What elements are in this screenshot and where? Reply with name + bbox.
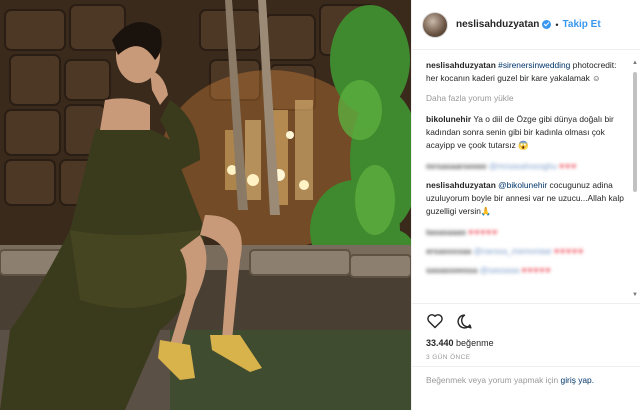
avatar[interactable] [422,11,448,38]
follow-button[interactable]: Takip Et [563,19,601,30]
photo-illustration [0,0,411,410]
hearts-emoji: ♥♥♥♥♥ [554,246,585,256]
blurred-username[interactable]: mrsasaarseeee [426,161,487,171]
login-prompt-text: Beğenmek veya yorum yapmak için [426,375,559,385]
post-timestamp[interactable]: 3 GÜN ÖNCE [426,354,627,361]
comment-bubble-icon[interactable] [456,313,473,330]
comments-list[interactable]: neslisahduzyatan #sirenersinwedding phot… [412,51,640,302]
blurred-comment-item: mrsasaarseeee @mrsasahosoghu ♥♥♥ [426,160,627,173]
scroll-down-arrow-icon[interactable]: ▼ [632,292,638,298]
post-photo[interactable] [0,0,411,410]
caption-username[interactable]: neslisahduzyatan [426,60,496,70]
blurred-comment-item: sasasseessa @sassaaa ♥♥♥♥♥ [426,264,627,277]
add-comment-prompt: Beğenmek veya yorum yapmak için giriş ya… [412,366,640,410]
post-actions: 33.440 beğenme 3 GÜN ÖNCE [412,303,640,361]
action-icons [426,310,627,332]
separator-dot: • [555,19,559,30]
header-username[interactable]: neslisahduzyatan [456,19,539,30]
post-header: neslisahduzyatan • Takip Et [412,0,640,50]
blurred-username[interactable]: sasasseessa [426,265,477,275]
blurred-comment-item: tasasaaas ♥♥♥♥♥ [426,226,627,239]
heart-icon[interactable] [426,313,444,329]
load-more-comments-button[interactable]: Daha fazla yorum yükle [426,93,627,103]
hearts-emoji: ♥♥♥♥♥ [521,265,552,275]
login-link[interactable]: giriş yap. [561,375,595,385]
comment-mention[interactable]: @bikolunehir [498,180,547,190]
likes-number: 33.440 [426,338,454,348]
scroll-thumb[interactable] [633,72,637,192]
comment-username[interactable]: neslisahduzyatan [426,180,496,190]
instagram-post: neslisahduzyatan • Takip Et neslisahduzy… [0,0,640,410]
caption-hashtag[interactable]: #sirenersinwedding [498,60,570,70]
hearts-emoji: ♥♥♥♥♥ [468,227,499,237]
blurred-comment-item: ersassssaa @narssa_memoriaar ♥♥♥♥♥ [426,245,627,258]
post-side-panel: neslisahduzyatan • Takip Et neslisahduzy… [411,0,640,410]
comment-username[interactable]: bikolunehir [426,114,471,124]
comments-scrollbar[interactable]: ▲ ▼ [632,60,638,298]
blurred-mention[interactable]: @mrsasahosoghu [489,161,557,171]
blurred-username[interactable]: tasasaaas [426,227,466,237]
blurred-mention[interactable]: @narssa_memoriaar [474,246,552,256]
comment-item: bikolunehir Ya o diil de Özge gibi dünya… [426,113,627,152]
hearts-emoji: ♥♥♥ [559,161,578,171]
caption: neslisahduzyatan #sirenersinwedding phot… [426,59,627,85]
scroll-up-arrow-icon[interactable]: ▲ [632,60,638,66]
likes-label: beğenme [456,338,494,348]
blurred-username[interactable]: ersassssaa [426,246,471,256]
blurred-mention[interactable]: @sassaaa [480,265,520,275]
likes-count[interactable]: 33.440 beğenme [426,338,627,348]
comment-item: neslisahduzyatan @bikolunehir cocugunuz … [426,179,627,218]
verified-badge-icon [542,20,552,29]
